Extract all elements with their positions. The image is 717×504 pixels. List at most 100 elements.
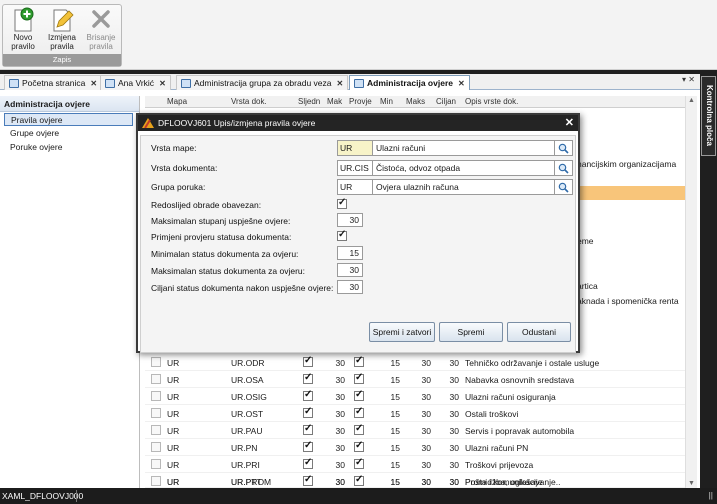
search-icon bbox=[558, 143, 569, 154]
cell-maks: 30 bbox=[421, 460, 431, 470]
grid-scrollbar[interactable]: ▲ ▼ bbox=[685, 96, 697, 488]
ribbon-group-zapis: Novo pravilo Izmjena pravila Brisanje pr… bbox=[2, 4, 122, 67]
cell-vrsta: UR.PN bbox=[231, 443, 258, 453]
cell-maks: 30 bbox=[421, 392, 431, 402]
table-row[interactable]: UR UR.PTT 30 15 30 30 Pošta i komunikaci… bbox=[145, 478, 685, 488]
ciljani-status-input[interactable]: 30 bbox=[337, 280, 363, 294]
table-row[interactable]: UR UR.ODR 30 15 30 30 Tehničko održavanj… bbox=[145, 354, 685, 371]
cell-min: 15 bbox=[390, 460, 400, 470]
max-status-input[interactable]: 30 bbox=[337, 263, 363, 277]
row-select-checkbox[interactable] bbox=[151, 357, 161, 367]
table-row[interactable]: UR UR.OSIG 30 15 30 30 Ulazni računi osi… bbox=[145, 388, 685, 405]
cell-provje-checkbox[interactable] bbox=[354, 406, 364, 418]
cell-sljedn-checkbox[interactable] bbox=[303, 440, 313, 452]
new-rule-button[interactable]: Novo pravilo bbox=[4, 7, 42, 57]
cell-provje-checkbox[interactable] bbox=[354, 457, 364, 469]
col-header-mapa[interactable]: Mapa bbox=[167, 97, 187, 106]
vrsta-dokumenta-search-button[interactable] bbox=[555, 160, 573, 176]
max-stupanj-input[interactable]: 30 bbox=[337, 213, 363, 227]
col-header-sljedn[interactable]: Sljedn bbox=[298, 97, 320, 106]
cell-provje-checkbox[interactable] bbox=[354, 389, 364, 401]
cell-mak: 30 bbox=[335, 460, 345, 470]
cell-provje-checkbox[interactable] bbox=[354, 372, 364, 384]
row-select-checkbox[interactable] bbox=[151, 391, 161, 401]
primjeni-checkbox[interactable] bbox=[337, 229, 347, 241]
tab-ana-vrkic[interactable]: Ana Vrkić ✕ bbox=[100, 75, 171, 90]
scroll-down-icon[interactable]: ▼ bbox=[688, 480, 695, 487]
table-row[interactable]: UR UR.OSA 30 15 30 30 Nabavka osnovnih s… bbox=[145, 371, 685, 388]
delete-rule-label-2: pravila bbox=[89, 42, 113, 51]
col-header-opis[interactable]: Opis vrste dok. bbox=[465, 97, 518, 106]
delete-rule-button[interactable]: Brisanje pravila bbox=[82, 7, 120, 57]
cell-maks: 30 bbox=[421, 409, 431, 419]
min-status-input[interactable]: 15 bbox=[337, 246, 363, 260]
tab-administracija-grupa[interactable]: Administracija grupa za obradu veza ✕ bbox=[176, 75, 349, 90]
window-icon bbox=[354, 78, 364, 88]
cell-min: 15 bbox=[390, 443, 400, 453]
nav-item-poruke-ovjere[interactable]: Poruke ovjere bbox=[4, 141, 133, 154]
row-select-checkbox[interactable] bbox=[151, 442, 161, 452]
vrsta-dokumenta-code-input[interactable]: UR.CIS bbox=[337, 160, 373, 176]
row-select-checkbox[interactable] bbox=[151, 374, 161, 384]
redoslijed-checkbox[interactable] bbox=[337, 197, 347, 209]
control-panel-label: Kontrolna ploča bbox=[705, 85, 714, 146]
col-header-vrsta[interactable]: Vrsta dok. bbox=[231, 97, 267, 106]
label-ciljani-status: Ciljani status dokumenta nakon uspješne … bbox=[151, 283, 334, 293]
cell-sljedn-checkbox[interactable] bbox=[303, 389, 313, 401]
col-header-provje[interactable]: Provje bbox=[349, 97, 372, 106]
close-icon[interactable]: ✕ bbox=[159, 79, 166, 88]
cell-vrsta: UR.PTT bbox=[231, 478, 262, 487]
vrsta-mape-search-button[interactable] bbox=[555, 140, 573, 156]
cell-provje-checkbox[interactable] bbox=[354, 355, 364, 367]
table-row[interactable]: UR UR.OST 30 15 30 30 Ostali troškovi bbox=[145, 405, 685, 422]
cell-provje-checkbox[interactable] bbox=[354, 478, 364, 486]
row-select-checkbox[interactable] bbox=[151, 459, 161, 469]
dialog-titlebar[interactable]: DFLOOVJ601 Upis/izmjena pravila ovjere ✕ bbox=[138, 115, 578, 131]
cell-min: 15 bbox=[390, 409, 400, 419]
dialog-body: Vrsta mape: UR Ulazni računi Vrsta dokum… bbox=[140, 135, 576, 353]
ribbon: Novo pravilo Izmjena pravila Brisanje pr… bbox=[0, 0, 717, 70]
cell-opis: Servis i popravak automobila bbox=[465, 426, 575, 436]
row-select-checkbox[interactable] bbox=[151, 478, 161, 486]
cell-mapa: UR bbox=[167, 426, 180, 436]
col-header-maks[interactable]: Maks bbox=[406, 97, 425, 106]
close-icon[interactable]: ✕ bbox=[90, 79, 97, 88]
tab-menu-controls[interactable]: ▾ ✕ bbox=[682, 75, 695, 84]
nav-item-pravila-ovjere[interactable]: Pravila ovjere bbox=[4, 113, 133, 126]
table-row[interactable]: UR UR.PRI 30 15 30 30 Troškovi prijevoza bbox=[145, 456, 685, 473]
cell-provje-checkbox[interactable] bbox=[354, 423, 364, 435]
cell-vrsta: UR.ODR bbox=[231, 358, 265, 368]
col-header-min[interactable]: Min bbox=[380, 97, 393, 106]
cell-mak: 30 bbox=[335, 426, 345, 436]
close-icon[interactable]: ✕ bbox=[458, 79, 465, 88]
tab-pocetna-stranica[interactable]: Početna stranica ✕ bbox=[4, 75, 103, 90]
save-button[interactable]: Spremi bbox=[439, 322, 503, 342]
label-max-stupanj: Maksimalan stupanj uspješne ovjere: bbox=[151, 216, 291, 226]
col-header-ciljan[interactable]: Ciljan bbox=[436, 97, 456, 106]
cell-provje-checkbox[interactable] bbox=[354, 440, 364, 452]
close-icon[interactable]: ✕ bbox=[565, 116, 574, 129]
cell-sljedn-checkbox[interactable] bbox=[303, 457, 313, 469]
cell-sljedn-checkbox[interactable] bbox=[303, 372, 313, 384]
control-panel-tab[interactable]: Kontrolna ploča bbox=[701, 76, 716, 156]
grupa-poruka-search-button[interactable] bbox=[555, 179, 573, 195]
cancel-button[interactable]: Odustani bbox=[507, 322, 571, 342]
col-header-mak[interactable]: Mak bbox=[327, 97, 342, 106]
tab-administracija-ovjere[interactable]: Administracija ovjere ✕ bbox=[349, 75, 470, 90]
table-row[interactable]: UR UR.PAU 30 15 30 30 Servis i popravak … bbox=[145, 422, 685, 439]
cell-mapa: UR bbox=[167, 358, 180, 368]
row-select-checkbox[interactable] bbox=[151, 408, 161, 418]
save-and-close-button[interactable]: Spremi i zatvori bbox=[369, 322, 435, 342]
vrsta-mape-code-input[interactable]: UR bbox=[337, 140, 373, 156]
row-select-checkbox[interactable] bbox=[151, 425, 161, 435]
cell-sljedn-checkbox[interactable] bbox=[303, 406, 313, 418]
cell-sljedn-checkbox[interactable] bbox=[303, 478, 313, 486]
cell-sljedn-checkbox[interactable] bbox=[303, 355, 313, 367]
nav-item-grupe-ovjere[interactable]: Grupe ovjere bbox=[4, 127, 133, 140]
close-icon[interactable]: ✕ bbox=[337, 79, 344, 88]
scroll-up-icon[interactable]: ▲ bbox=[688, 97, 695, 104]
grupa-poruka-code-input[interactable]: UR bbox=[337, 179, 373, 195]
cell-sljedn-checkbox[interactable] bbox=[303, 423, 313, 435]
table-row[interactable]: UR UR.PN 30 15 30 30 Ulazni računi PN bbox=[145, 439, 685, 456]
edit-rule-button[interactable]: Izmjena pravila bbox=[43, 7, 81, 57]
